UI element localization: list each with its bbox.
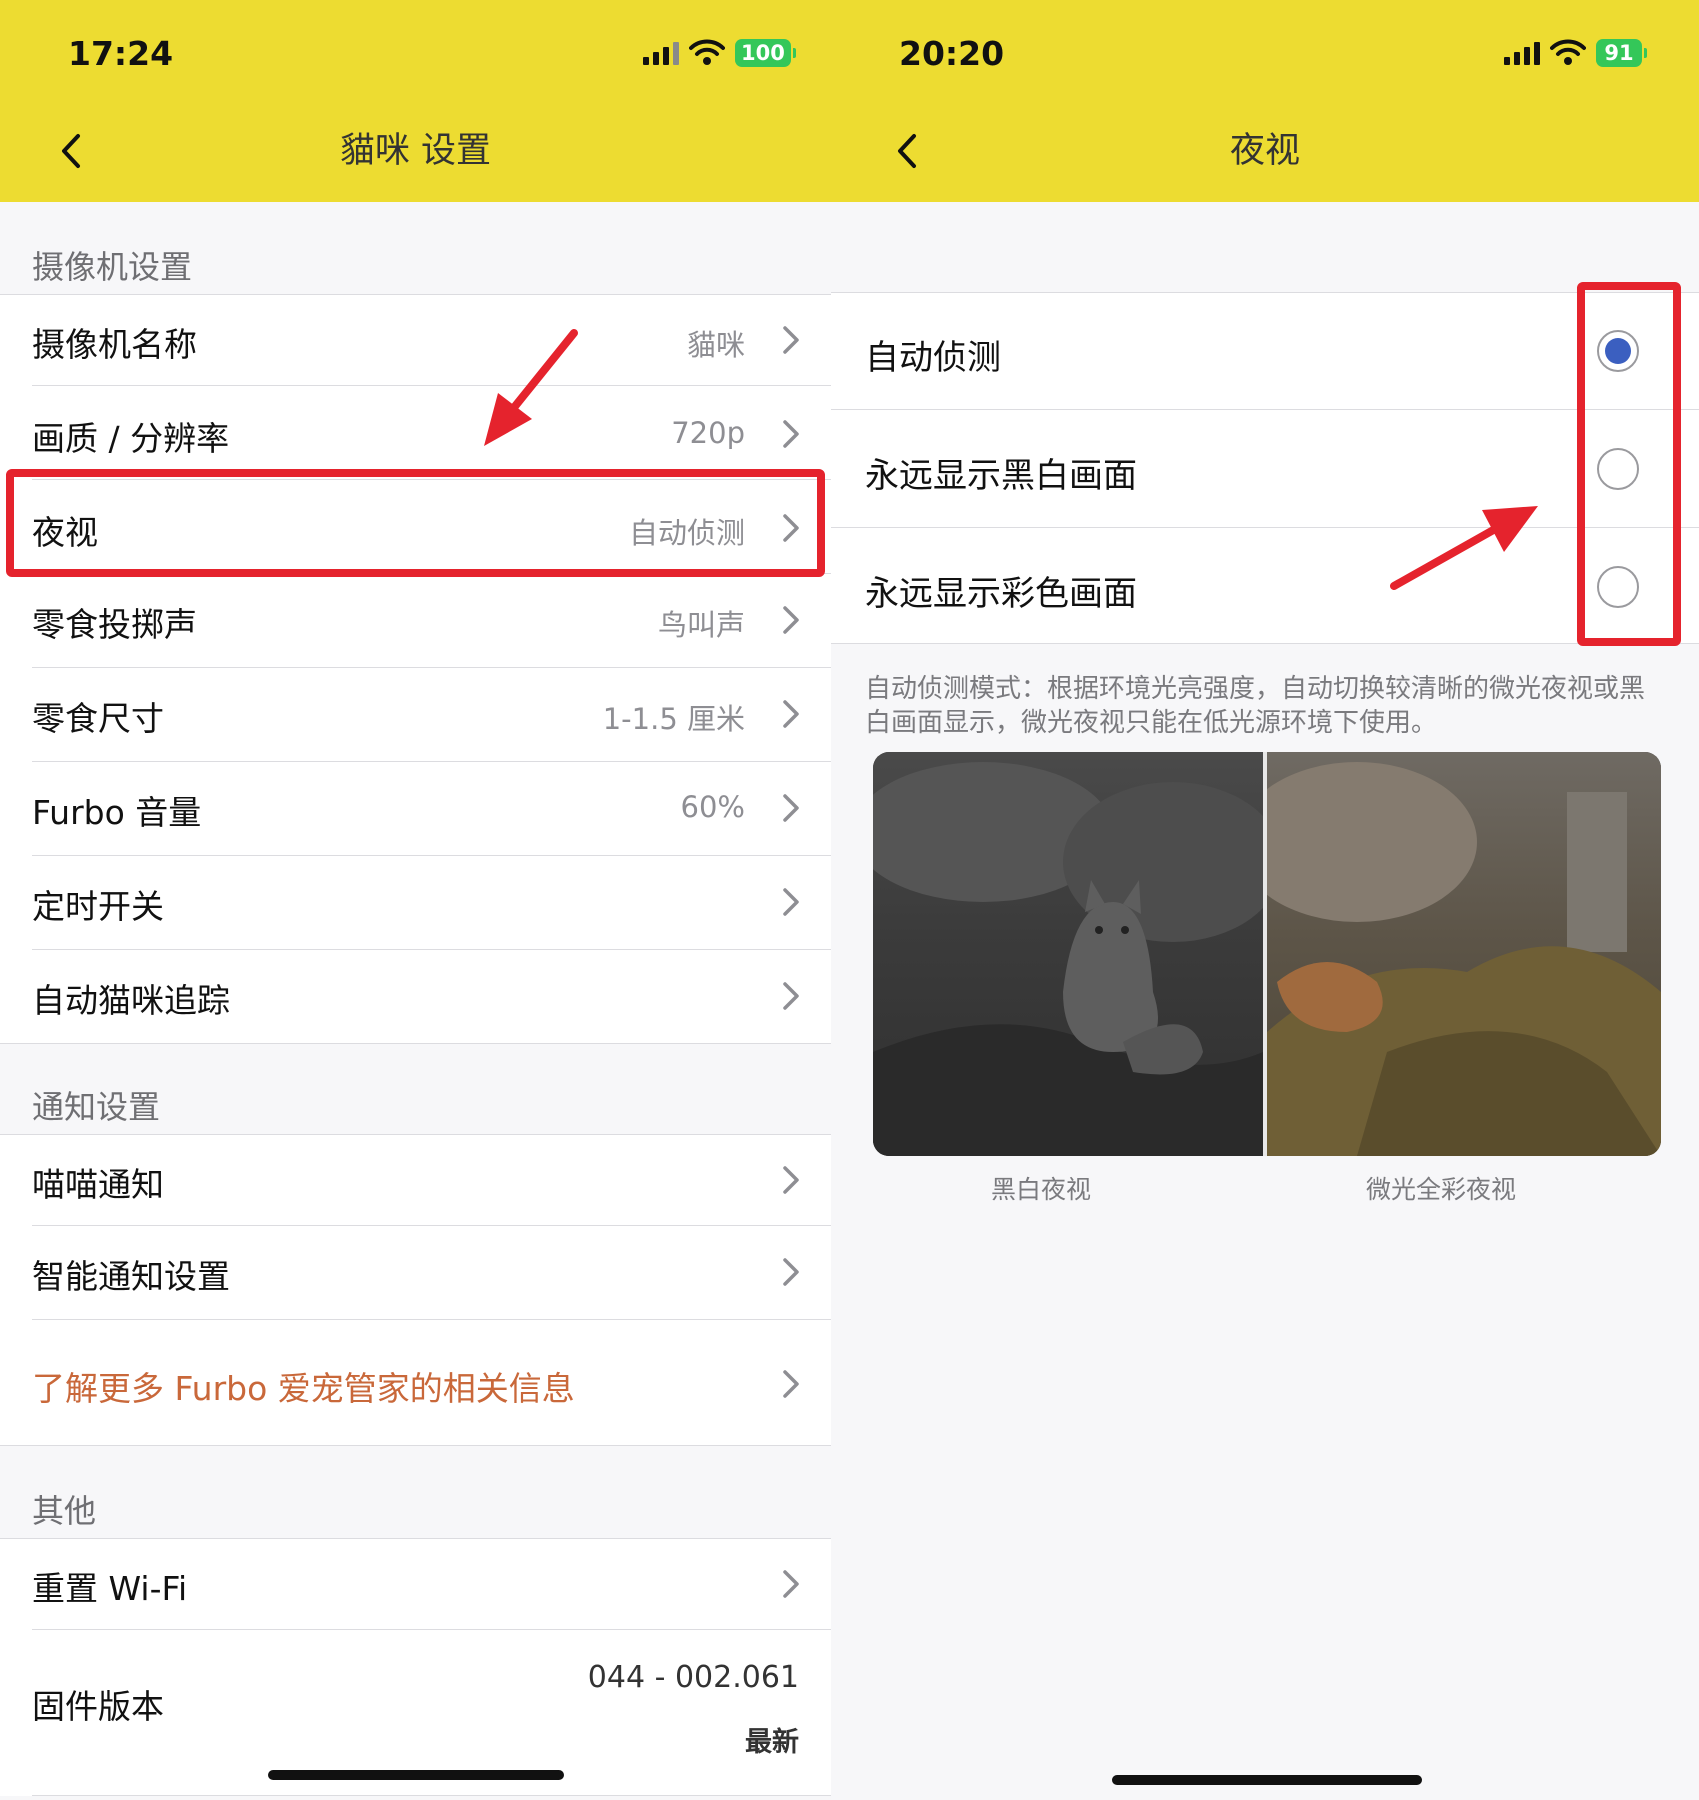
radio-button-selected[interactable] [1597,330,1639,372]
battery-icon: 100 [735,39,796,67]
row-value: 60% [680,790,745,824]
row-value: 貓咪 [686,328,745,362]
row-label: 喵喵通知 [32,1165,164,1204]
chevron-right-icon [781,886,801,918]
page-title: 貓咪 设置 [339,131,492,171]
section-header-camera: 摄像机设置 [32,248,193,286]
status-time: 20:20 [899,34,1005,73]
row-label: 画质 / 分辨率 [32,419,230,458]
firmware-version: 044 - 002.061 [587,1660,799,1695]
settings-screen: 17:24 100 貓咪 设置 摄像机设置 摄像机名称 貓咪 画质 / 分辨率 … [0,0,831,1800]
caption-color: 微光全彩夜视 [1365,1175,1516,1204]
bw-preview-image [873,752,1283,1156]
radio-button[interactable] [1597,566,1639,608]
row-label: 重置 Wi-Fi [32,1569,188,1608]
row-volume[interactable]: Furbo 音量 60% [0,762,831,856]
chevron-right-icon [781,1164,801,1196]
option-auto-detect[interactable]: 自动侦测 [831,292,1699,410]
row-resolution[interactable]: 画质 / 分辨率 720p [0,386,831,480]
firmware-status: 最新 [745,1727,799,1758]
top-bar: 17:24 100 貓咪 设置 [0,0,831,202]
row-label: Furbo 音量 [32,793,202,832]
row-reset-wifi[interactable]: 重置 Wi-Fi [0,1538,831,1630]
chevron-right-icon [781,1256,801,1288]
row-label: 固件版本 [32,1687,164,1726]
option-always-color[interactable]: 永远显示彩色画面 [831,528,1699,644]
row-label: 零食尺寸 [32,699,164,738]
row-value: 1-1.5 厘米 [602,702,745,736]
section-header-notification: 通知设置 [32,1088,161,1126]
signal-icon [643,41,679,65]
row-treat-sound[interactable]: 零食投掷声 鸟叫声 [0,574,831,668]
row-value: 720p [671,416,745,450]
top-bar: 20:20 91 夜视 [831,0,1699,202]
row-auto-tracking[interactable]: 自动猫咪追踪 [0,950,831,1044]
caption-bw: 黑白夜视 [990,1175,1091,1204]
row-smart-notification[interactable]: 智能通知设置 [0,1226,831,1320]
radio-button[interactable] [1597,448,1639,490]
wifi-icon [1550,39,1586,65]
signal-icon [1504,41,1540,65]
chevron-right-icon [781,324,801,356]
learn-more-label: 了解更多 Furbo 爱宠管家的相关信息 [32,1369,575,1408]
status-time: 17:24 [68,34,174,73]
row-label: 摄像机名称 [32,325,197,364]
night-vision-screen: 20:20 91 夜视 自动侦测 永远显示黑白画面 永远显示彩色画面 自动侦测模… [831,0,1699,1800]
page-title: 夜视 [1229,131,1300,171]
row-meow-notification[interactable]: 喵喵通知 [0,1134,831,1226]
row-label: 夜视 [32,513,98,552]
status-icons: 100 [643,38,796,68]
option-always-bw[interactable]: 永远显示黑白画面 [831,410,1699,528]
home-indicator [268,1770,564,1780]
wifi-icon [689,39,725,65]
row-label: 定时开关 [32,887,164,926]
mode-description: 自动侦测模式：根据环境光亮强度，自动切换较清晰的微光夜视或黑白画面显示，微光夜视… [865,674,1646,738]
row-label: 自动猫咪追踪 [32,981,230,1020]
row-value: 鸟叫声 [657,608,745,642]
row-label: 智能通知设置 [32,1257,230,1296]
home-indicator [1112,1775,1422,1785]
color-preview-image [1237,752,1661,1156]
chevron-right-icon [781,1368,801,1400]
section-header-other: 其他 [32,1492,97,1530]
option-label: 永远显示彩色画面 [865,574,1137,614]
option-label: 永远显示黑白画面 [865,456,1137,496]
row-treat-size[interactable]: 零食尺寸 1-1.5 厘米 [0,668,831,762]
chevron-right-icon [781,418,801,450]
night-vision-preview [873,752,1661,1156]
battery-icon: 91 [1596,39,1647,67]
chevron-right-icon [781,698,801,730]
row-camera-name[interactable]: 摄像机名称 貓咪 [0,294,831,386]
row-value: 自动侦测 [628,516,745,550]
chevron-right-icon [781,1568,801,1600]
row-night-vision[interactable]: 夜视 自动侦测 [0,480,831,574]
chevron-right-icon [781,512,801,544]
chevron-right-icon [781,792,801,824]
row-label: 零食投掷声 [32,605,197,644]
chevron-right-icon [781,604,801,636]
chevron-right-icon [781,980,801,1012]
option-label: 自动侦测 [865,338,1001,378]
status-icons: 91 [1504,38,1647,68]
learn-more-link[interactable]: 了解更多 Furbo 爱宠管家的相关信息 [0,1320,831,1446]
row-schedule[interactable]: 定时开关 [0,856,831,950]
